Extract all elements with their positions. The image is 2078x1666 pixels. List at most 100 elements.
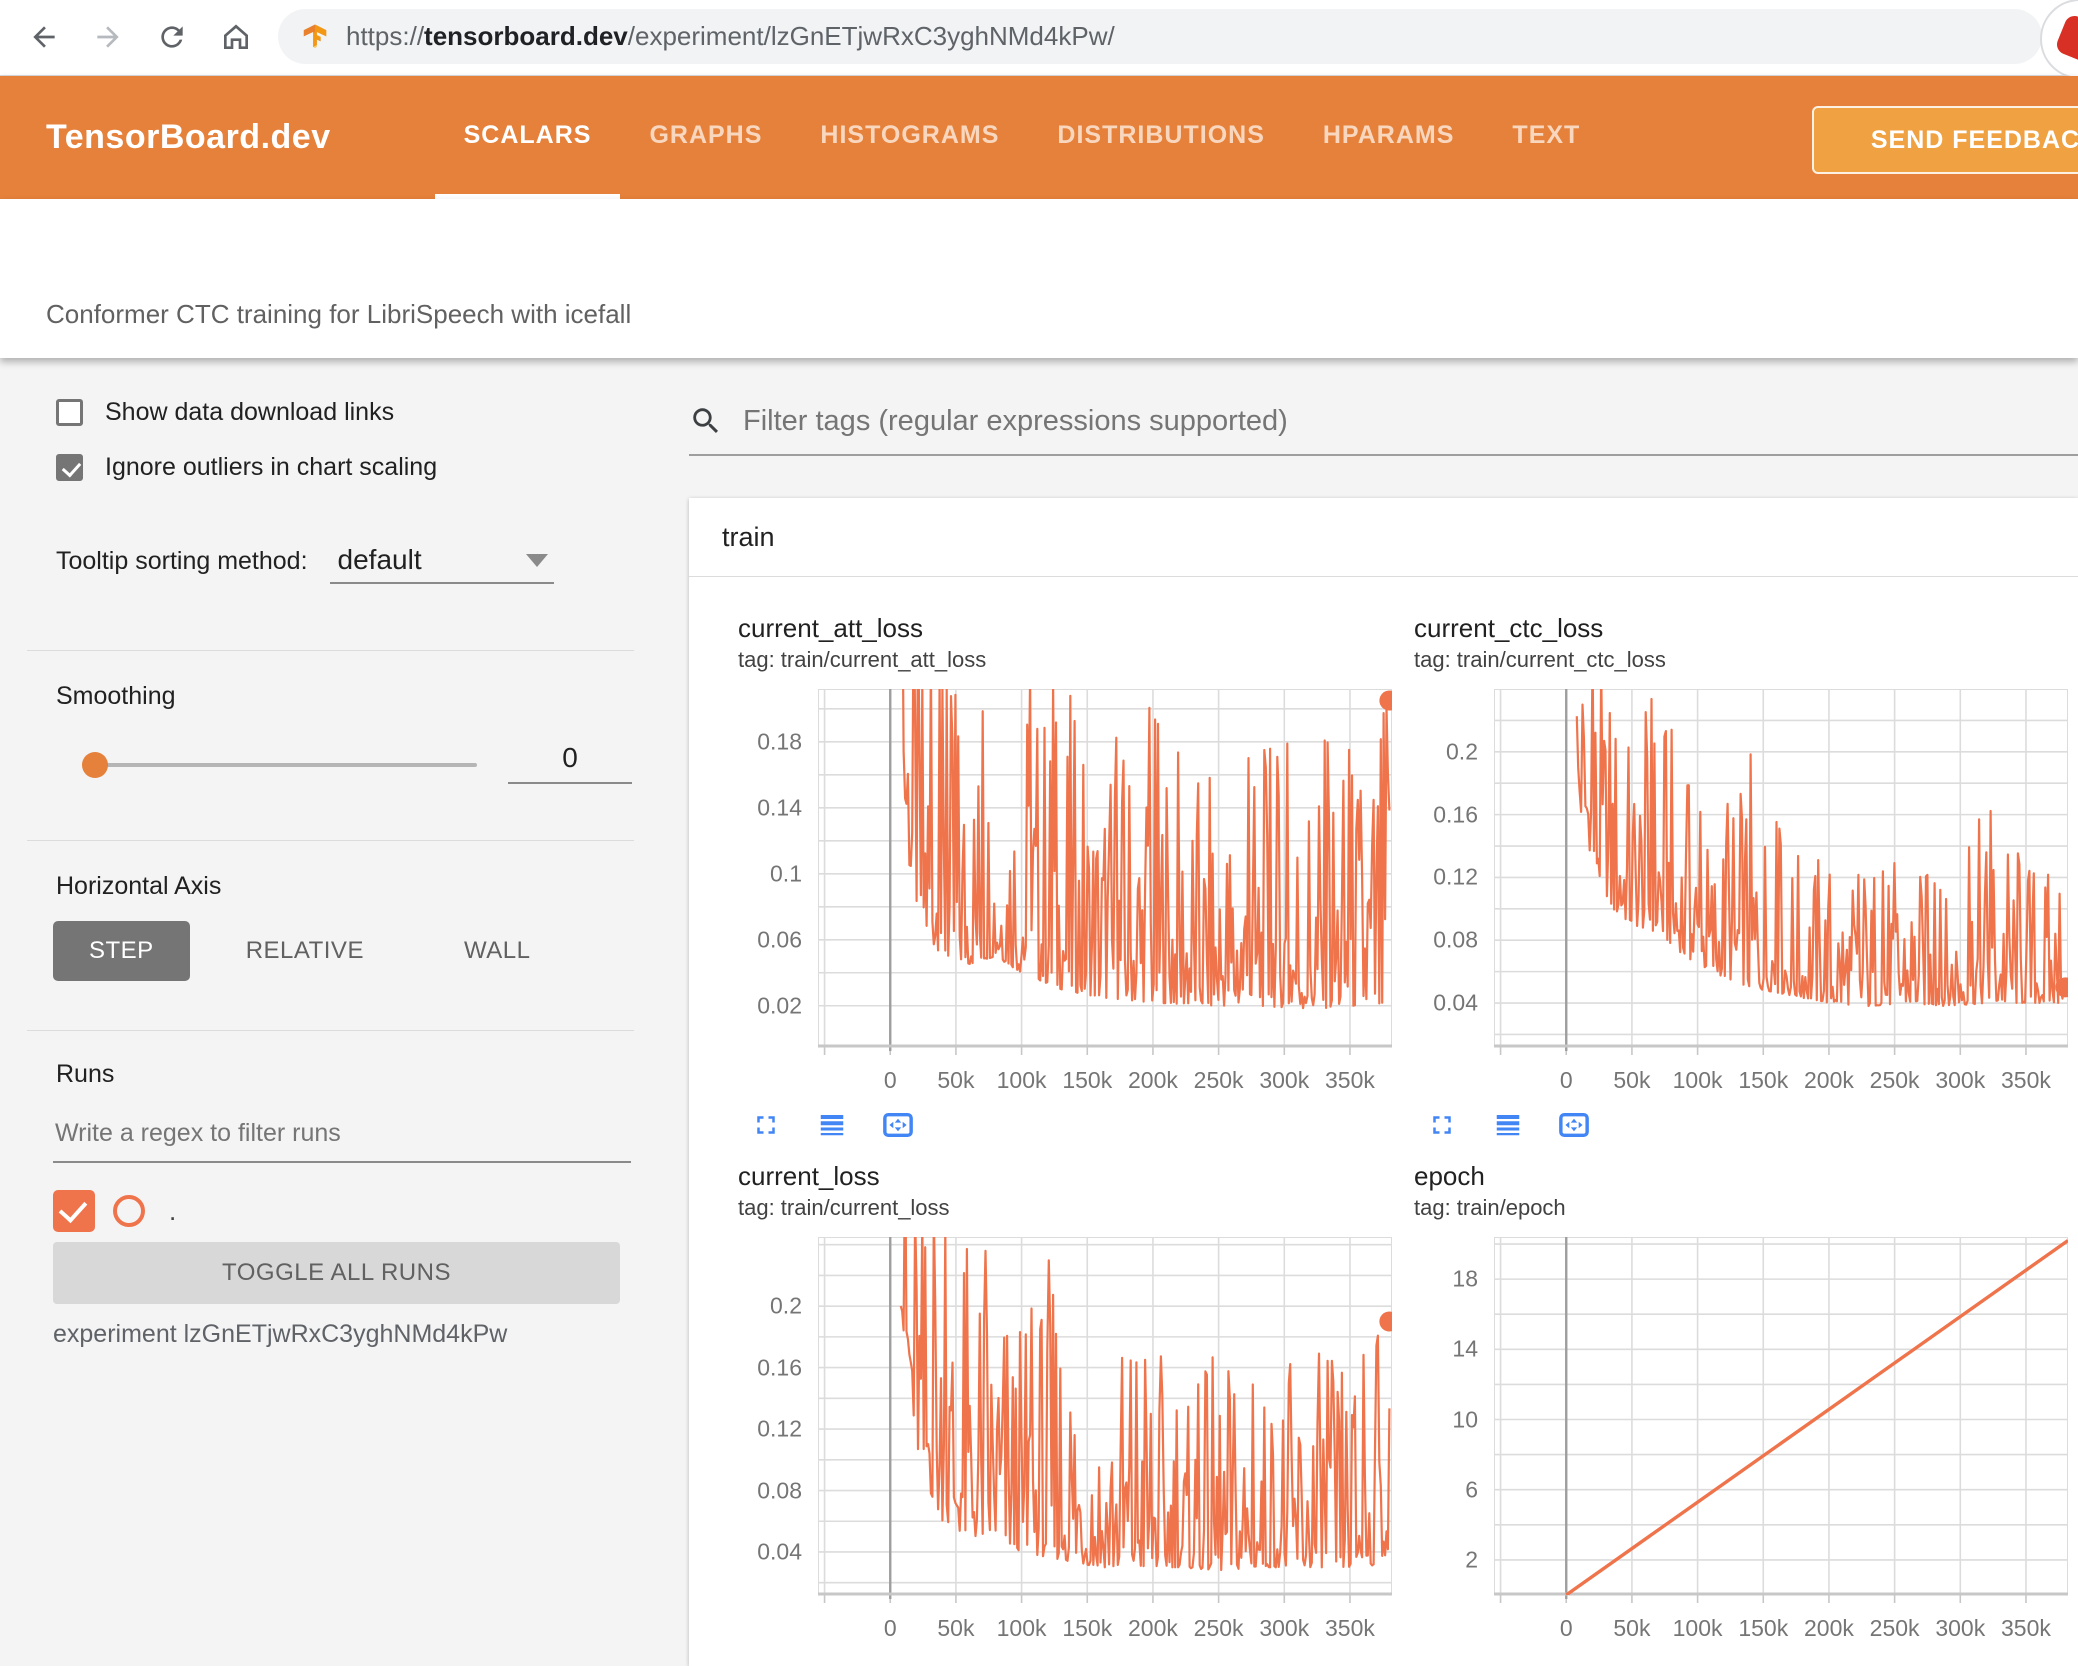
divider: [27, 1030, 634, 1031]
chart-svg[interactable]: [1494, 689, 2068, 1057]
plot-area[interactable]: 2 6 10 14 18: [1414, 1237, 2070, 1605]
tab-hparams[interactable]: HPARAMS: [1294, 76, 1484, 199]
home-button[interactable]: [216, 17, 256, 57]
tooltip-sorting-select[interactable]: default: [329, 544, 554, 584]
axis-tick-label: 250k: [1193, 1067, 1244, 1093]
x-axis-labels: 0 50k 100k 150k 200k 250k 300k 350k: [818, 1057, 1392, 1097]
axis-tick-label: 100k: [1672, 1067, 1723, 1093]
run-color-swatch: [113, 1195, 145, 1227]
tab-graphs[interactable]: GRAPHS: [620, 76, 791, 199]
log-scale-button[interactable]: [1492, 1109, 1524, 1141]
axis-tick-label: 0.04: [757, 1538, 802, 1565]
experiment-subtitle: Conformer CTC training for LibriSpeech w…: [46, 299, 632, 329]
tab-histograms[interactable]: HISTOGRAMS: [791, 76, 1028, 199]
axis-tick-label: 0.12: [757, 1415, 802, 1442]
lines-icon: [820, 1115, 844, 1136]
tab-distributions[interactable]: DISTRIBUTIONS: [1028, 76, 1293, 199]
chart-current-loss: current_loss tag: train/current_loss 0.0…: [738, 1159, 1394, 1645]
chart-current-ctc-loss: current_ctc_loss tag: train/current_ctc_…: [1414, 611, 2070, 1143]
y-axis-labels: 2 6 10 14 18: [1414, 1237, 1494, 1595]
y-axis-labels: 0.02 0.06 0.1 0.14 0.18: [738, 689, 818, 1047]
ignore-outliers-checkbox[interactable]: [56, 454, 83, 481]
axis-step-button[interactable]: STEP: [53, 921, 190, 981]
tab-scalars[interactable]: SCALARS: [434, 76, 621, 199]
chart-tag: tag: train/current_att_loss: [738, 647, 987, 672]
back-arrow-icon: [33, 26, 55, 48]
expand-chart-button[interactable]: [750, 1109, 782, 1141]
back-button[interactable]: [24, 17, 64, 57]
show-download-links-checkbox[interactable]: [56, 399, 83, 426]
fit-domain-button[interactable]: [882, 1109, 914, 1141]
nav-tabs: SCALARS GRAPHS HISTOGRAMS DISTRIBUTIONS …: [434, 76, 1610, 199]
axis-tick-label: 250k: [1869, 1615, 1920, 1641]
x-axis-labels: 0 50k 100k 150k 200k 250k 300k 350k: [1494, 1605, 2068, 1645]
axis-tick-label: 300k: [1259, 1067, 1310, 1093]
axis-tick-label: 350k: [2001, 1615, 2051, 1641]
main-panel: train current_att_loss tag: train/curren…: [689, 358, 2078, 1666]
axis-tick-label: 0.14: [757, 794, 802, 821]
smoothing-value[interactable]: 0: [508, 742, 632, 784]
train-group-label: train: [722, 521, 775, 552]
fullscreen-icon: [1433, 1116, 1451, 1134]
browser-chrome: https://tensorboard.dev/experiment/lzGnE…: [0, 0, 2078, 79]
axis-tick-label: 2: [1465, 1546, 1478, 1573]
x-axis-labels: 0 50k 100k 150k 200k 250k 300k 350k: [1494, 1057, 2068, 1097]
log-scale-button[interactable]: [816, 1109, 848, 1141]
chart-toolbar: [750, 1107, 1394, 1143]
lines-icon: [1496, 1115, 1520, 1136]
runs-filter-input[interactable]: [53, 1118, 617, 1149]
chart-tag: tag: train/epoch: [1414, 1195, 1566, 1220]
axis-relative-button[interactable]: RELATIVE: [216, 921, 394, 981]
axis-tick-label: 350k: [1325, 1615, 1375, 1641]
chart-svg[interactable]: [1494, 1237, 2068, 1605]
send-feedback-button[interactable]: SEND FEEDBACK: [1812, 106, 2078, 174]
axis-tick-label: 6: [1465, 1476, 1478, 1503]
axis-wall-button[interactable]: WALL: [434, 921, 560, 981]
forward-button[interactable]: [88, 17, 128, 57]
runs-label: Runs: [56, 1060, 115, 1088]
axis-tick-label: 350k: [1325, 1067, 1375, 1093]
axis-tick-label: 0.18: [757, 728, 802, 755]
ignore-outliers-row[interactable]: Ignore outliers in chart scaling: [56, 453, 437, 482]
toggle-all-runs-button[interactable]: TOGGLE ALL RUNS: [53, 1242, 620, 1304]
smoothing-slider[interactable]: 0: [82, 742, 635, 784]
axis-tick-label: 100k: [1672, 1615, 1723, 1641]
brand-title: TensorBoard.dev: [46, 118, 331, 156]
axis-tick-label: 14: [1452, 1335, 1478, 1362]
show-download-links-row[interactable]: Show data download links: [56, 398, 394, 427]
url-text: https://tensorboard.dev/experiment/lzGnE…: [346, 21, 1115, 51]
plot-area[interactable]: 0.04 0.08 0.12 0.16 0.2: [738, 1237, 1394, 1605]
settings-sidebar: Show data download links Ignore outliers…: [0, 358, 663, 1666]
fit-to-data-icon: [883, 1113, 913, 1137]
filter-tags-field[interactable]: [689, 388, 2078, 456]
home-icon: [224, 24, 248, 49]
tab-text[interactable]: TEXT: [1483, 76, 1609, 199]
expand-chart-button[interactable]: [1426, 1109, 1458, 1141]
avatar[interactable]: [2040, 0, 2078, 79]
search-icon: [693, 408, 719, 434]
reload-button[interactable]: [152, 17, 192, 57]
app-header: TensorBoard.dev SCALARS GRAPHS HISTOGRAM…: [0, 76, 2078, 199]
chart-tag: tag: train/current_loss: [738, 1195, 950, 1220]
train-group-header[interactable]: train: [689, 498, 2078, 577]
slider-thumb[interactable]: [82, 752, 108, 778]
filter-tags-input[interactable]: [741, 403, 1945, 439]
plot-area[interactable]: 0.04 0.08 0.12 0.16 0.2: [1414, 689, 2070, 1057]
divider: [27, 650, 634, 651]
runs-filter-field[interactable]: [53, 1118, 631, 1163]
axis-tick-label: 150k: [1738, 1067, 1789, 1093]
slider-track[interactable]: [85, 763, 477, 767]
axis-tick-label: 0.2: [770, 1292, 802, 1319]
run-checkbox[interactable]: [53, 1190, 95, 1232]
axis-tick-label: 18: [1452, 1265, 1478, 1292]
fit-domain-button[interactable]: [1558, 1109, 1590, 1141]
run-row[interactable]: .: [53, 1190, 176, 1232]
axis-tick-label: 10: [1452, 1406, 1478, 1432]
chart-toolbar: [1426, 1107, 2070, 1143]
chart-svg[interactable]: [818, 689, 1392, 1057]
plot-area[interactable]: 0.02 0.06 0.1 0.14 0.18: [738, 689, 1394, 1057]
address-bar[interactable]: https://tensorboard.dev/experiment/lzGnE…: [278, 9, 2042, 64]
experiment-id-caption: experiment lzGnETjwRxC3yghNMd4kPw: [53, 1320, 508, 1348]
chart-title: epoch: [1414, 1161, 1485, 1191]
chart-svg[interactable]: [818, 1237, 1392, 1605]
